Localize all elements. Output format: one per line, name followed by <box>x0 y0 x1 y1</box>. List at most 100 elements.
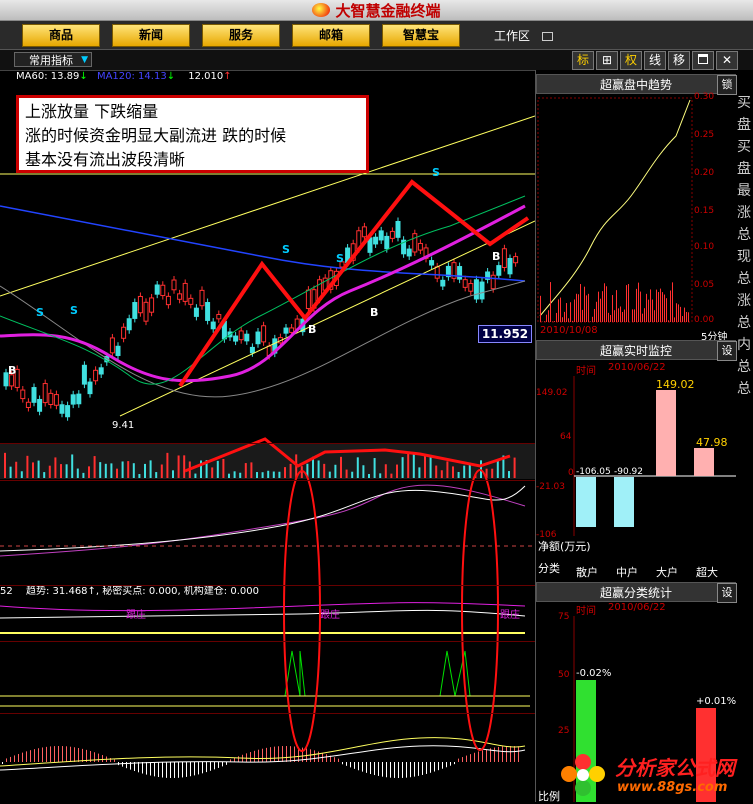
candle-body <box>133 303 137 319</box>
bar-label: -0.02% <box>576 668 611 679</box>
macd-bar <box>334 757 335 762</box>
menu-zhihuibao-button[interactable]: 智慧宝 <box>382 24 460 47</box>
intraday-volume-bar <box>592 317 593 322</box>
menu-goods-button[interactable]: 商品 <box>22 24 100 47</box>
macd-bar <box>410 762 411 777</box>
volume-bar <box>110 463 112 478</box>
side-tab[interactable]: 买 <box>735 92 753 112</box>
macd-bar <box>66 746 67 762</box>
volume-bar <box>26 456 28 478</box>
volume-bar <box>15 462 17 478</box>
volume-bar <box>273 472 275 478</box>
main-chart[interactable]: 9.41 S S S S S B B B B 52 趋势: 31.468↑, 秘… <box>0 86 535 802</box>
side-tab[interactable]: 盘 <box>735 158 753 178</box>
macd-bar <box>290 746 291 762</box>
side-tab[interactable]: 总 <box>735 224 753 244</box>
candle-body <box>172 280 176 290</box>
highlight-oval <box>462 470 498 750</box>
candle-body <box>256 332 260 344</box>
macd-bar <box>78 748 79 762</box>
side-tab[interactable]: 内 <box>735 334 753 354</box>
intraday-volume-bar <box>608 313 609 322</box>
macd-bar <box>350 762 351 767</box>
ma60-value: MA60: 13.89 <box>16 71 79 82</box>
menu-news-button[interactable]: 新闻 <box>112 24 190 47</box>
side-tab[interactable]: 总 <box>735 268 753 288</box>
highlight-oval <box>284 471 320 751</box>
intraday-volume-bar <box>602 291 603 322</box>
side-tab[interactable]: 总 <box>735 356 753 376</box>
side-tab[interactable]: 现 <box>735 246 753 266</box>
macd-bar <box>366 762 367 773</box>
macd-bar <box>114 760 115 762</box>
volume-bar <box>318 460 320 478</box>
flow-line-2 <box>0 486 525 551</box>
candle-body <box>290 328 294 332</box>
indicator-select[interactable]: 常用指标 ▼ <box>14 52 92 67</box>
candle-body <box>474 280 478 299</box>
volume-bar <box>127 461 129 478</box>
toolbar-line-button[interactable]: 线 <box>644 51 666 70</box>
annotation-line: 上涨放量 下跌缩量 <box>25 100 360 124</box>
toolbar-move-button[interactable]: 移 <box>668 51 690 70</box>
volume-bar <box>88 466 90 478</box>
bar-medium <box>614 477 634 527</box>
intraday-volume-bar <box>588 294 589 322</box>
intraday-volume-bar <box>678 304 679 322</box>
side-tab[interactable]: 盘 <box>735 114 753 134</box>
panel2-footer: 净额(万元) <box>538 538 591 554</box>
intraday-volume-bar <box>638 283 639 322</box>
side-tab[interactable]: 涨 <box>735 290 753 310</box>
volume-bar <box>418 467 420 478</box>
toolbar-window-button[interactable] <box>692 51 714 70</box>
panel2-settings-button[interactable]: 设 <box>717 341 737 361</box>
macd-bar <box>94 752 95 762</box>
intraday-volume-bar <box>568 318 569 322</box>
menu-mail-button[interactable]: 邮箱 <box>292 24 370 47</box>
lock-button[interactable]: 锁 <box>717 75 737 95</box>
volume-bar <box>402 457 404 478</box>
candle-body <box>430 261 434 265</box>
volume-bar <box>346 470 348 478</box>
macd-bar <box>370 762 371 774</box>
intraday-volume-bar <box>614 310 615 322</box>
menu-service-button[interactable]: 服务 <box>202 24 280 47</box>
candlestick-series <box>4 217 518 420</box>
macd-bar <box>278 746 279 762</box>
candle-body <box>379 231 383 240</box>
intraday-volume-bar <box>596 302 597 322</box>
volume-bar <box>172 470 174 478</box>
macd-bar <box>198 762 199 774</box>
side-tab[interactable]: 买 <box>735 136 753 156</box>
intraday-volume-bar <box>656 290 657 322</box>
ma120-value: MA120: 14.13 <box>97 71 167 82</box>
toolbar-grid-button[interactable]: ⊞ <box>596 51 618 70</box>
toolbar-rights-button[interactable]: 权 <box>620 51 642 70</box>
side-tab[interactable]: 最 <box>735 180 753 200</box>
zhuang-label: 跟庄 <box>126 608 146 621</box>
toolbar-close-button[interactable]: ✕ <box>716 51 738 70</box>
volume-bar <box>211 467 213 478</box>
candle-body <box>413 234 417 252</box>
volume-bar <box>155 472 157 478</box>
side-tab[interactable]: 总 <box>735 378 753 398</box>
volume-bar <box>166 453 168 478</box>
macd-bar <box>22 753 23 762</box>
volume-bar <box>239 473 241 478</box>
macd-bar <box>258 750 259 762</box>
intraday-volume-bar <box>632 309 633 322</box>
panel3-settings-button[interactable]: 设 <box>717 583 737 603</box>
macd-bar <box>30 750 31 762</box>
macd-bar <box>174 762 175 778</box>
intraday-volume-bar <box>672 282 673 322</box>
macd-bar <box>342 762 343 764</box>
right-panel: 超赢盘中趋势 锁 0.30 0.25 0.20 0.15 0.10 0.05 0… <box>535 70 753 802</box>
macd-bar <box>266 748 267 762</box>
macd-bar <box>170 762 171 778</box>
side-tab[interactable]: 涨 <box>735 202 753 222</box>
toolbar-mark-button[interactable]: 标 <box>572 51 594 70</box>
macd-bar <box>142 762 143 774</box>
macd-bar <box>438 762 439 770</box>
side-tab[interactable]: 总 <box>735 312 753 332</box>
workarea-menu[interactable]: 工作区 <box>494 27 553 44</box>
